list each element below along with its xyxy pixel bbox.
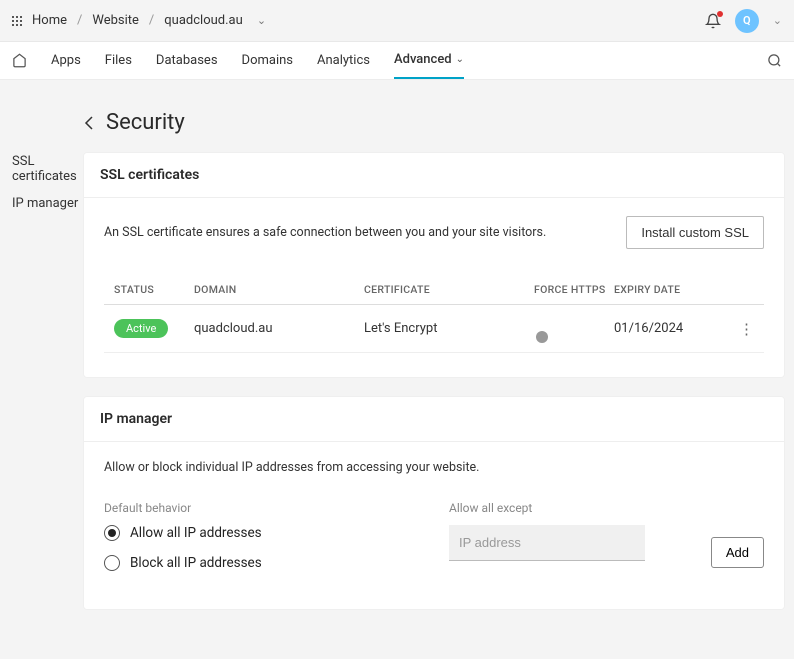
breadcrumb-current[interactable]: quadcloud.au bbox=[164, 13, 243, 28]
col-certificate: CERTIFICATE bbox=[364, 283, 534, 296]
allow-except-label: Allow all except bbox=[449, 501, 764, 515]
sidebar: SSL certificates IP manager bbox=[12, 110, 84, 629]
cell-certificate: Let's Encrypt bbox=[364, 321, 534, 336]
ssl-intro-text: An SSL certificate ensures a safe connec… bbox=[104, 225, 546, 240]
nav-files[interactable]: Files bbox=[105, 43, 132, 78]
install-custom-ssl-button[interactable]: Install custom SSL bbox=[626, 216, 764, 249]
breadcrumb-sep: / bbox=[77, 13, 82, 28]
notification-dot bbox=[717, 11, 723, 17]
ssl-table: STATUS DOMAIN CERTIFICATE FORCE HTTPS EX… bbox=[104, 275, 764, 353]
navbar: Apps Files Databases Domains Analytics A… bbox=[0, 42, 794, 80]
breadcrumb: Home / Website / quadcloud.au ⌄ bbox=[32, 13, 266, 28]
radio-icon bbox=[104, 555, 120, 571]
col-domain: DOMAIN bbox=[194, 283, 364, 296]
notification-bell-icon[interactable] bbox=[705, 13, 721, 29]
nav-advanced-label: Advanced bbox=[394, 52, 452, 67]
radio-block-all[interactable]: Block all IP addresses bbox=[104, 555, 419, 571]
ip-card-header: IP manager bbox=[84, 397, 784, 442]
sidebar-item-ssl[interactable]: SSL certificates bbox=[12, 148, 84, 190]
ip-intro-text: Allow or block individual IP addresses f… bbox=[104, 460, 764, 475]
chevron-down-icon: ⌄ bbox=[456, 54, 464, 65]
col-status: STATUS bbox=[114, 283, 194, 296]
radio-allow-all[interactable]: Allow all IP addresses bbox=[104, 525, 419, 541]
nav-domains[interactable]: Domains bbox=[242, 43, 293, 78]
chevron-down-icon[interactable]: ⌄ bbox=[773, 14, 782, 27]
ip-card: IP manager Allow or block individual IP … bbox=[84, 397, 784, 609]
breadcrumb-home[interactable]: Home bbox=[32, 13, 67, 28]
nav-databases[interactable]: Databases bbox=[156, 43, 218, 78]
nav-analytics[interactable]: Analytics bbox=[317, 43, 370, 78]
radio-icon bbox=[104, 525, 120, 541]
chevron-down-icon[interactable]: ⌄ bbox=[257, 14, 266, 27]
table-row: Active quadcloud.au Let's Encrypt 01/16/… bbox=[104, 305, 764, 353]
ip-address-input[interactable] bbox=[449, 525, 645, 561]
nav-apps[interactable]: Apps bbox=[51, 43, 81, 78]
add-button[interactable]: Add bbox=[711, 537, 764, 568]
main: Security SSL certificates An SSL certifi… bbox=[84, 110, 784, 629]
apps-grid-icon[interactable] bbox=[12, 16, 22, 26]
avatar[interactable]: Q bbox=[735, 9, 759, 33]
col-forcehttps: FORCE HTTPS bbox=[534, 283, 614, 296]
cell-domain: quadcloud.au bbox=[194, 321, 364, 336]
radio-allow-label: Allow all IP addresses bbox=[130, 525, 262, 541]
search-icon[interactable] bbox=[767, 53, 782, 68]
status-badge: Active bbox=[114, 319, 168, 338]
breadcrumb-sep: / bbox=[149, 13, 154, 28]
ssl-card: SSL certificates An SSL certificate ensu… bbox=[84, 153, 784, 377]
page-title: Security bbox=[106, 110, 185, 135]
sidebar-item-ip[interactable]: IP manager bbox=[12, 190, 84, 217]
back-icon[interactable] bbox=[84, 116, 94, 130]
ssl-card-header: SSL certificates bbox=[84, 153, 784, 198]
default-behavior-label: Default behavior bbox=[104, 501, 419, 515]
kebab-icon[interactable]: ⋮ bbox=[724, 320, 754, 338]
topbar: Home / Website / quadcloud.au ⌄ Q ⌄ bbox=[0, 0, 794, 42]
cell-expiry: 01/16/2024 bbox=[614, 321, 724, 336]
breadcrumb-website[interactable]: Website bbox=[92, 13, 139, 28]
home-icon[interactable] bbox=[12, 53, 27, 68]
col-expiry: EXPIRY DATE bbox=[614, 283, 724, 296]
nav-advanced[interactable]: Advanced ⌄ bbox=[394, 42, 464, 79]
radio-block-label: Block all IP addresses bbox=[130, 555, 262, 571]
